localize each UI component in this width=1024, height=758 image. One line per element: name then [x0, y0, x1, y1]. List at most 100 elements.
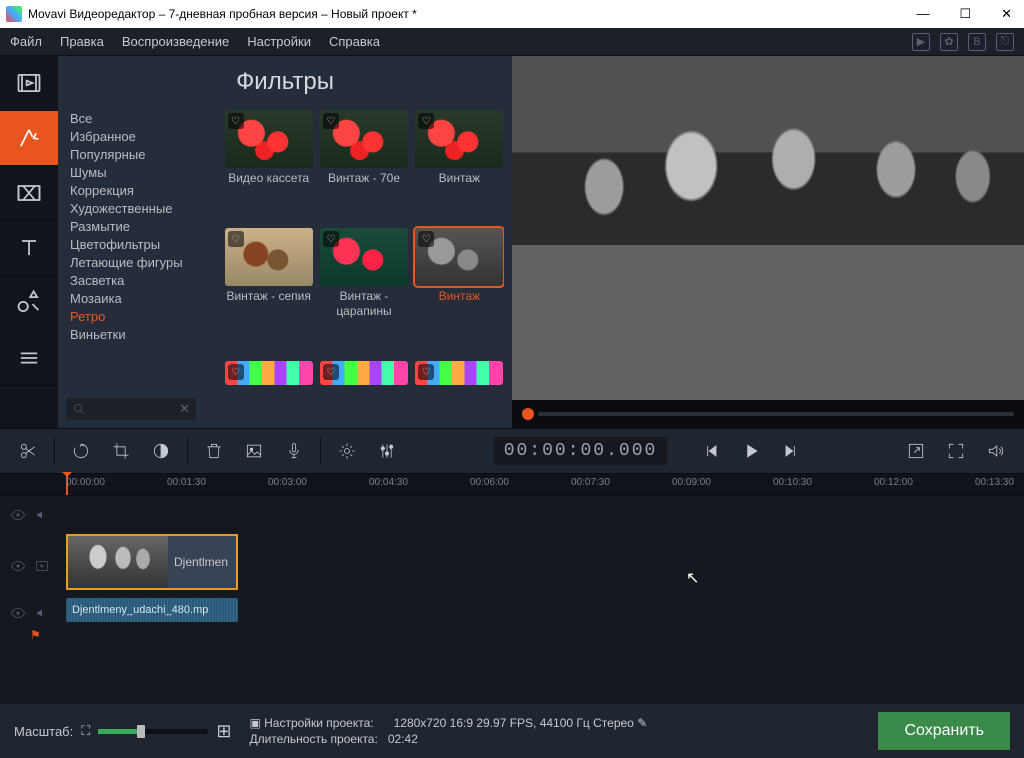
category-item[interactable]: Шумы [66, 164, 216, 181]
side-toolbar [0, 56, 58, 428]
ruler-tick: 00:10:30 [773, 477, 812, 488]
overlay-track [0, 496, 1024, 534]
statusbar: Масштаб: ⛶ ⊞ ▣ Настройки проекта: 1280x7… [0, 704, 1024, 758]
favorite-icon[interactable]: ♡ [418, 113, 434, 129]
save-button[interactable]: Сохранить [878, 712, 1010, 750]
category-item[interactable]: Коррекция [66, 182, 216, 199]
tool-filters[interactable] [0, 111, 58, 166]
project-info: ▣ Настройки проекта: 1280x720 16:9 29.97… [249, 716, 647, 746]
filter-item[interactable]: ♡ [319, 361, 408, 420]
scrub-track[interactable] [538, 412, 1014, 416]
category-item[interactable]: Избранное [66, 128, 216, 145]
video-preview[interactable] [512, 56, 1024, 400]
zoom-in-icon[interactable]: ⊞ [216, 721, 231, 742]
category-item[interactable]: Засветка [66, 272, 216, 289]
category-item[interactable]: Мозаика [66, 290, 216, 307]
scrub-bar[interactable] [512, 400, 1024, 428]
crop-button[interactable] [103, 435, 139, 467]
next-frame-button[interactable] [773, 435, 809, 467]
eye-icon [10, 507, 26, 523]
category-search[interactable]: ✕ [66, 398, 196, 420]
cut-button[interactable] [10, 435, 46, 467]
youtube-icon[interactable]: ▶ [912, 33, 930, 51]
clear-search-icon[interactable]: ✕ [179, 401, 190, 417]
ruler-tick: 00:12:00 [874, 477, 913, 488]
clip-settings-button[interactable] [329, 435, 365, 467]
prev-frame-button[interactable] [693, 435, 729, 467]
filter-item[interactable]: ♡Винтаж [415, 110, 504, 220]
tool-more[interactable] [0, 331, 58, 386]
preview-panel [512, 56, 1024, 428]
timeline-ruler[interactable]: 00:00:0000:01:3000:03:0000:04:3000:06:00… [0, 474, 1024, 496]
favorite-icon[interactable]: ♡ [228, 113, 244, 129]
favorite-icon[interactable]: ♡ [323, 113, 339, 129]
social-icons: ▶ ✿ B ⎋ [912, 33, 1014, 51]
audio-clip-label: Djentlmeny_udachi_480.mp [72, 604, 208, 616]
zoom-control: Масштаб: ⛶ ⊞ [14, 721, 231, 742]
tool-transitions[interactable] [0, 166, 58, 221]
zoom-fit-icon[interactable]: ⛶ [81, 723, 90, 739]
tool-shapes[interactable] [0, 276, 58, 331]
tool-titles[interactable] [0, 221, 58, 276]
audio-track: Djentlmeny_udachi_480.mp [0, 598, 1024, 628]
window-title: Movavi Видеоредактор – 7-дневная пробная… [28, 7, 417, 21]
delete-button[interactable] [196, 435, 232, 467]
category-item[interactable]: Художественные [66, 200, 216, 217]
category-item[interactable]: Все [66, 110, 216, 127]
filter-item[interactable]: ♡ [415, 361, 504, 420]
ok-icon[interactable]: ✿ [940, 33, 958, 51]
filter-item[interactable]: ♡Винтаж [415, 228, 504, 353]
speaker-icon [34, 507, 50, 523]
audio-clip[interactable]: Djentlmeny_udachi_480.mp [66, 598, 238, 622]
tool-media[interactable] [0, 56, 58, 111]
eye-icon [10, 605, 26, 621]
edit-toolbar: 00:00:00.000 [0, 428, 1024, 474]
equalizer-button[interactable] [369, 435, 405, 467]
play-button[interactable] [733, 435, 769, 467]
filter-item[interactable]: ♡Винтаж - сепия [224, 228, 313, 353]
menu-edit[interactable]: Правка [60, 34, 104, 49]
volume-button[interactable] [978, 435, 1014, 467]
close-button[interactable]: ✕ [995, 4, 1018, 24]
filter-grid: ♡Видео кассета♡Винтаж - 70е♡Винтаж♡Винта… [216, 110, 504, 420]
filter-item[interactable]: ♡Винтаж - 70е [319, 110, 408, 220]
color-button[interactable] [143, 435, 179, 467]
filter-item[interactable]: ♡Видео кассета [224, 110, 313, 220]
favorite-icon[interactable]: ♡ [418, 364, 434, 380]
video-track: ★ Djentlmen [0, 534, 1024, 598]
filter-item[interactable]: ♡ [224, 361, 313, 420]
menu-file[interactable]: Файл [10, 34, 42, 49]
menu-playback[interactable]: Воспроизведение [122, 34, 229, 49]
record-audio-button[interactable] [276, 435, 312, 467]
category-item[interactable]: Размытие [66, 218, 216, 235]
favorite-icon[interactable]: ♡ [228, 231, 244, 247]
rotate-button[interactable] [63, 435, 99, 467]
maximize-button[interactable]: ☐ [953, 4, 977, 24]
clip-thumbnail [68, 536, 168, 588]
duration-label: Длительность проекта: [249, 732, 377, 746]
category-item[interactable]: Ретро [66, 308, 216, 325]
favorite-icon[interactable]: ♡ [323, 231, 339, 247]
favorite-icon[interactable]: ♡ [418, 231, 434, 247]
minimize-button[interactable]: — [910, 4, 935, 24]
zoom-slider[interactable] [98, 729, 208, 734]
category-item[interactable]: Виньетки [66, 326, 216, 343]
video-clip[interactable]: ★ Djentlmen [66, 534, 238, 590]
vk-icon[interactable]: B [968, 33, 986, 51]
favorite-icon[interactable]: ♡ [228, 364, 244, 380]
category-item[interactable]: Цветофильтры [66, 236, 216, 253]
marker-track[interactable]: ⚑ [0, 628, 1024, 646]
playhead-dot-icon[interactable] [522, 408, 534, 420]
menu-help[interactable]: Справка [329, 34, 380, 49]
menu-settings[interactable]: Настройки [247, 34, 311, 49]
fullscreen-button[interactable] [938, 435, 974, 467]
ruler-tick: 00:09:00 [672, 477, 711, 488]
marker-icon[interactable]: ⚑ [30, 628, 41, 642]
category-item[interactable]: Летающие фигуры [66, 254, 216, 271]
share-icon[interactable]: ⎋ [996, 33, 1014, 51]
filter-item[interactable]: ♡Винтаж - царапины [319, 228, 408, 353]
favorite-icon[interactable]: ♡ [323, 364, 339, 380]
category-item[interactable]: Популярные [66, 146, 216, 163]
popout-button[interactable] [898, 435, 934, 467]
image-button[interactable] [236, 435, 272, 467]
